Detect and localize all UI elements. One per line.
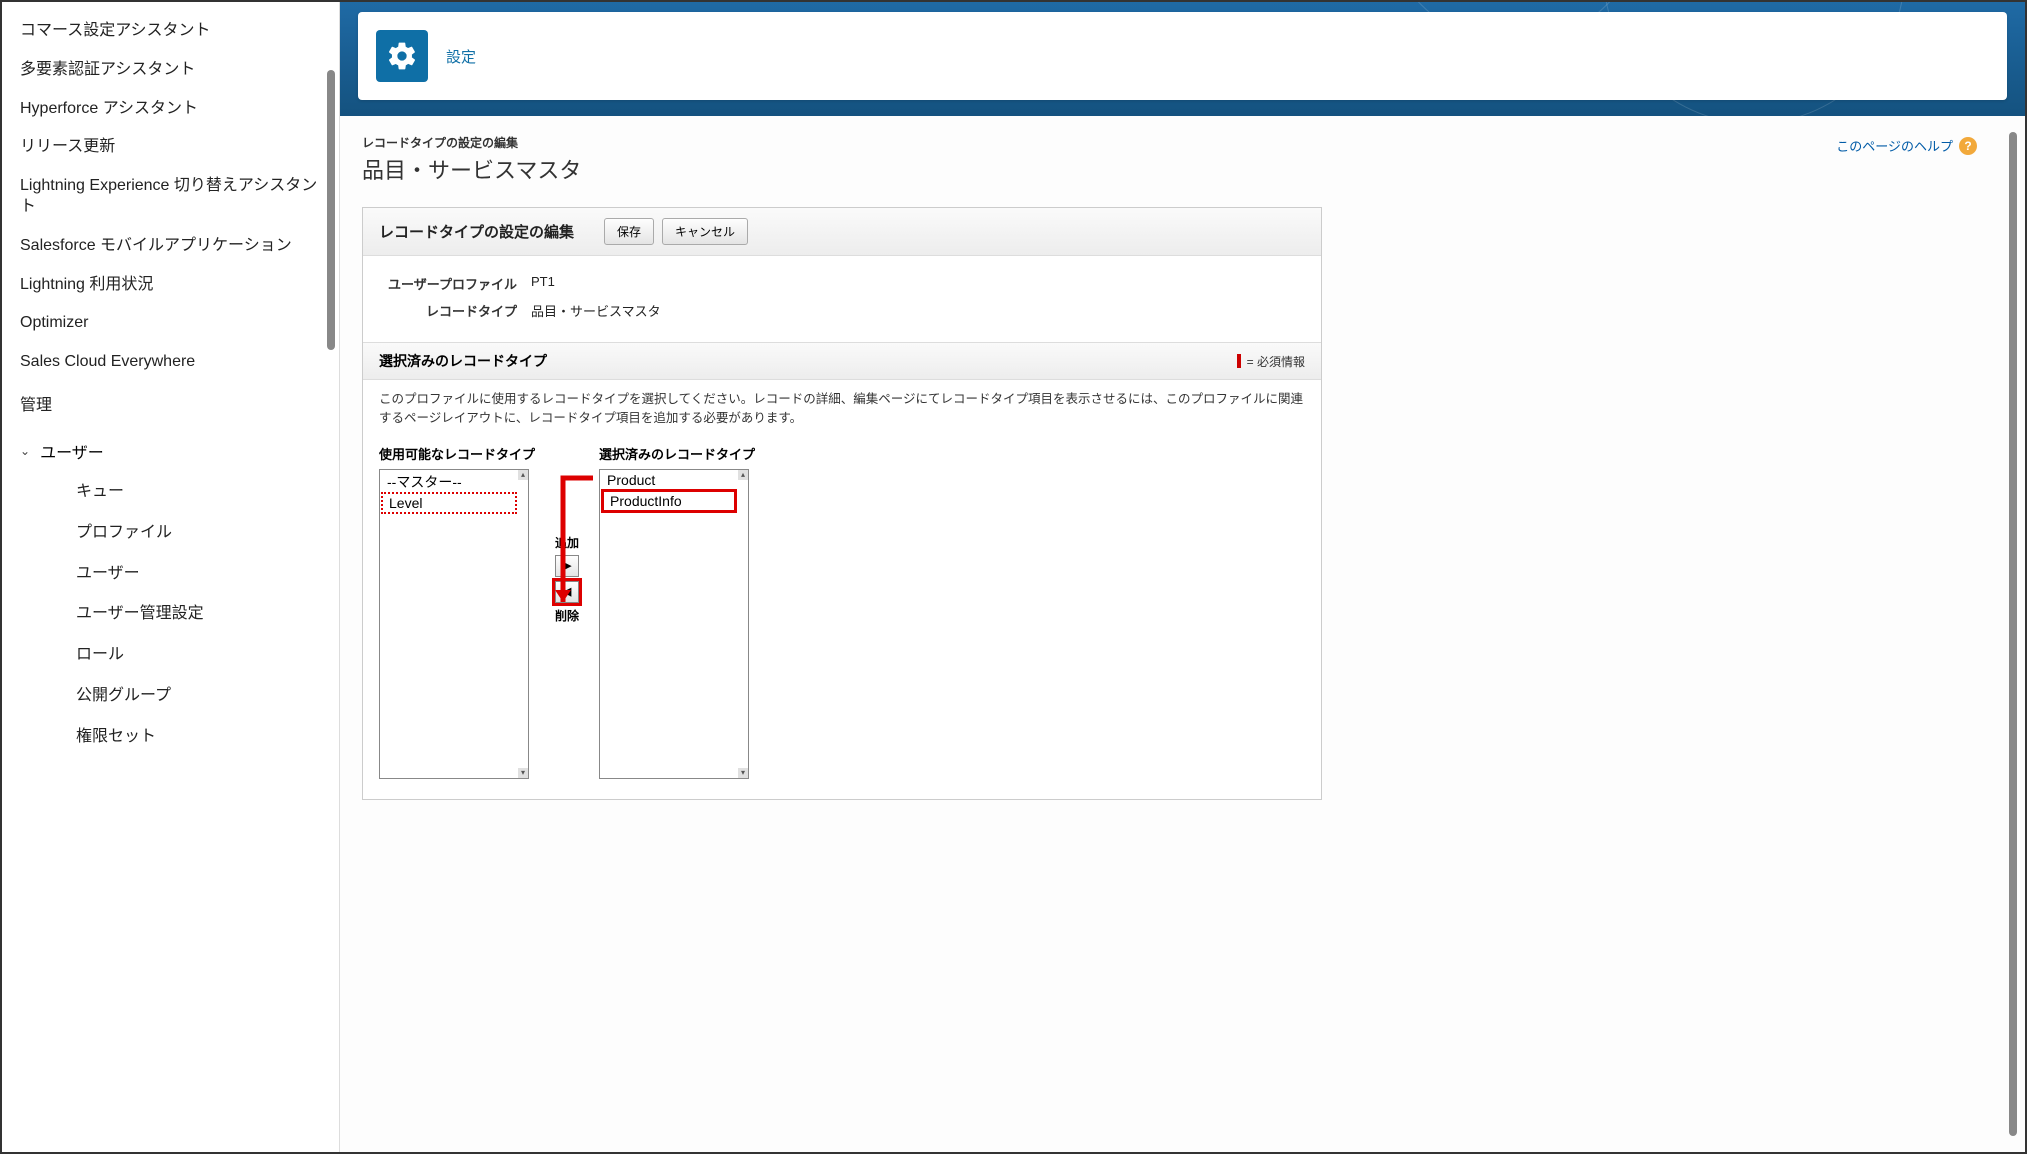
right-arrow-icon: ▶	[563, 559, 571, 572]
detail-rows: ユーザープロファイル PT1 レコードタイプ 品目・サービスマスタ	[363, 256, 1321, 342]
available-label: 使用可能なレコードタイプ	[379, 444, 535, 463]
required-note-text: = 必須情報	[1247, 353, 1305, 370]
header-card: 設定	[358, 12, 2007, 100]
required-note: = 必須情報	[1237, 353, 1305, 370]
available-option-level[interactable]: Level	[381, 492, 517, 514]
selected-option-product[interactable]: Product	[601, 471, 737, 489]
content-scrollbar[interactable]	[2009, 132, 2017, 1136]
sidebar-item-profile[interactable]: プロファイル	[58, 513, 339, 554]
scroll-up-icon[interactable]: ▴	[738, 470, 748, 480]
sidebar-item-commerce[interactable]: コマース設定アシスタント	[2, 12, 339, 51]
sidebar-item-mobile[interactable]: Salesforce モバイルアプリケーション	[2, 227, 339, 266]
helptext: このプロファイルに使用するレコードタイプを選択してください。レコードの詳細、編集…	[363, 380, 1321, 438]
header-band: 設定	[340, 2, 2025, 116]
add-button[interactable]: ▶	[555, 555, 579, 577]
scroll-down-icon[interactable]: ▾	[518, 768, 528, 778]
cancel-button[interactable]: キャンセル	[662, 218, 748, 245]
subpanel-header: 選択済みのレコードタイプ = 必須情報	[363, 342, 1321, 380]
sidebar-section-admin: 管理	[2, 382, 339, 424]
sidebar-item-lightning-usage[interactable]: Lightning 利用状況	[2, 266, 339, 305]
sidebar-item-queue[interactable]: キュー	[58, 472, 339, 513]
remove-label: 削除	[555, 607, 579, 624]
remove-button[interactable]: ◀	[555, 581, 579, 603]
page-title: 品目・サービスマスタ	[362, 153, 1322, 185]
recordtype-label: レコードタイプ	[381, 301, 531, 320]
sidebar-item-user[interactable]: ユーザー	[58, 554, 339, 595]
recordtype-value: 品目・サービスマスタ	[531, 301, 661, 320]
sidebar-item-optimizer[interactable]: Optimizer	[2, 304, 339, 343]
scroll-down-icon[interactable]: ▾	[738, 768, 748, 778]
help-icon: ?	[1959, 137, 1977, 155]
sidebar-item-sales-cloud[interactable]: Sales Cloud Everywhere	[2, 343, 339, 382]
sidebar-item-user-mgmt[interactable]: ユーザー管理設定	[58, 594, 339, 635]
page-overline: レコードタイプの設定の編集	[362, 134, 1322, 151]
sidebar-item-role[interactable]: ロール	[58, 635, 339, 676]
sidebar-item-hyperforce[interactable]: Hyperforce アシスタント	[2, 90, 339, 129]
content-area: このページのヘルプ ? レコードタイプの設定の編集 品目・サービスマスタ レコー…	[340, 116, 2025, 1152]
selected-label: 選択済みのレコードタイプ	[599, 444, 755, 463]
sidebar-item-mfa[interactable]: 多要素認証アシスタント	[2, 51, 339, 90]
sidebar-item-public-group[interactable]: 公開グループ	[58, 676, 339, 717]
required-bar-icon	[1237, 354, 1241, 368]
main: 設定 このページのヘルプ ? レコードタイプの設定の編集 品目・サービスマスタ …	[340, 2, 2025, 1152]
help-link-label: このページのヘルプ	[1836, 136, 1953, 155]
duallist: 使用可能なレコードタイプ ▴ ▾ --マスター-- Level 追加	[363, 438, 1321, 799]
sidebar-item-lightning-switch[interactable]: Lightning Experience 切り替えアシスタント	[2, 167, 339, 227]
panel-header: レコードタイプの設定の編集 保存 キャンセル	[363, 208, 1321, 256]
help-link[interactable]: このページのヘルプ ?	[1836, 136, 1977, 155]
selected-col: 選択済みのレコードタイプ ▴ ▾ Product ProductInfo	[599, 444, 755, 779]
profile-label: ユーザープロファイル	[381, 274, 531, 293]
profile-value: PT1	[531, 274, 555, 293]
sidebar-group-user: ⌄ ユーザー キュー プロファイル ユーザー ユーザー管理設定 ロール 公開グル…	[2, 424, 339, 764]
sidebar-item-release[interactable]: リリース更新	[2, 128, 339, 167]
scroll-up-icon[interactable]: ▴	[518, 470, 528, 480]
sidebar-group-label: ユーザー	[40, 439, 104, 463]
available-col: 使用可能なレコードタイプ ▴ ▾ --マスター-- Level	[379, 444, 535, 779]
gear-icon	[376, 30, 428, 82]
available-listbox[interactable]: ▴ ▾ --マスター-- Level	[379, 469, 529, 779]
left-arrow-icon: ◀	[563, 585, 571, 598]
move-buttons: 追加 ▶ ◀ 削除	[555, 534, 579, 624]
add-label: 追加	[555, 534, 579, 551]
available-option-master[interactable]: --マスター--	[381, 471, 517, 493]
selected-listbox[interactable]: ▴ ▾ Product ProductInfo	[599, 469, 749, 779]
panel: レコードタイプの設定の編集 保存 キャンセル ユーザープロファイル PT1 レコ…	[362, 207, 1322, 800]
selected-option-productinfo[interactable]: ProductInfo	[601, 489, 737, 513]
chevron-down-icon: ⌄	[20, 444, 30, 458]
sidebar: コマース設定アシスタント 多要素認証アシスタント Hyperforce アシスタ…	[2, 2, 340, 1152]
save-button[interactable]: 保存	[604, 218, 654, 245]
sidebar-scrollbar[interactable]	[327, 70, 335, 350]
sidebar-group-header-user[interactable]: ⌄ ユーザー	[2, 430, 339, 472]
header-title: 設定	[446, 46, 476, 67]
sidebar-item-permset[interactable]: 権限セット	[58, 717, 339, 758]
subpanel-title: 選択済みのレコードタイプ	[379, 351, 547, 371]
panel-header-title: レコードタイプの設定の編集	[379, 221, 574, 242]
